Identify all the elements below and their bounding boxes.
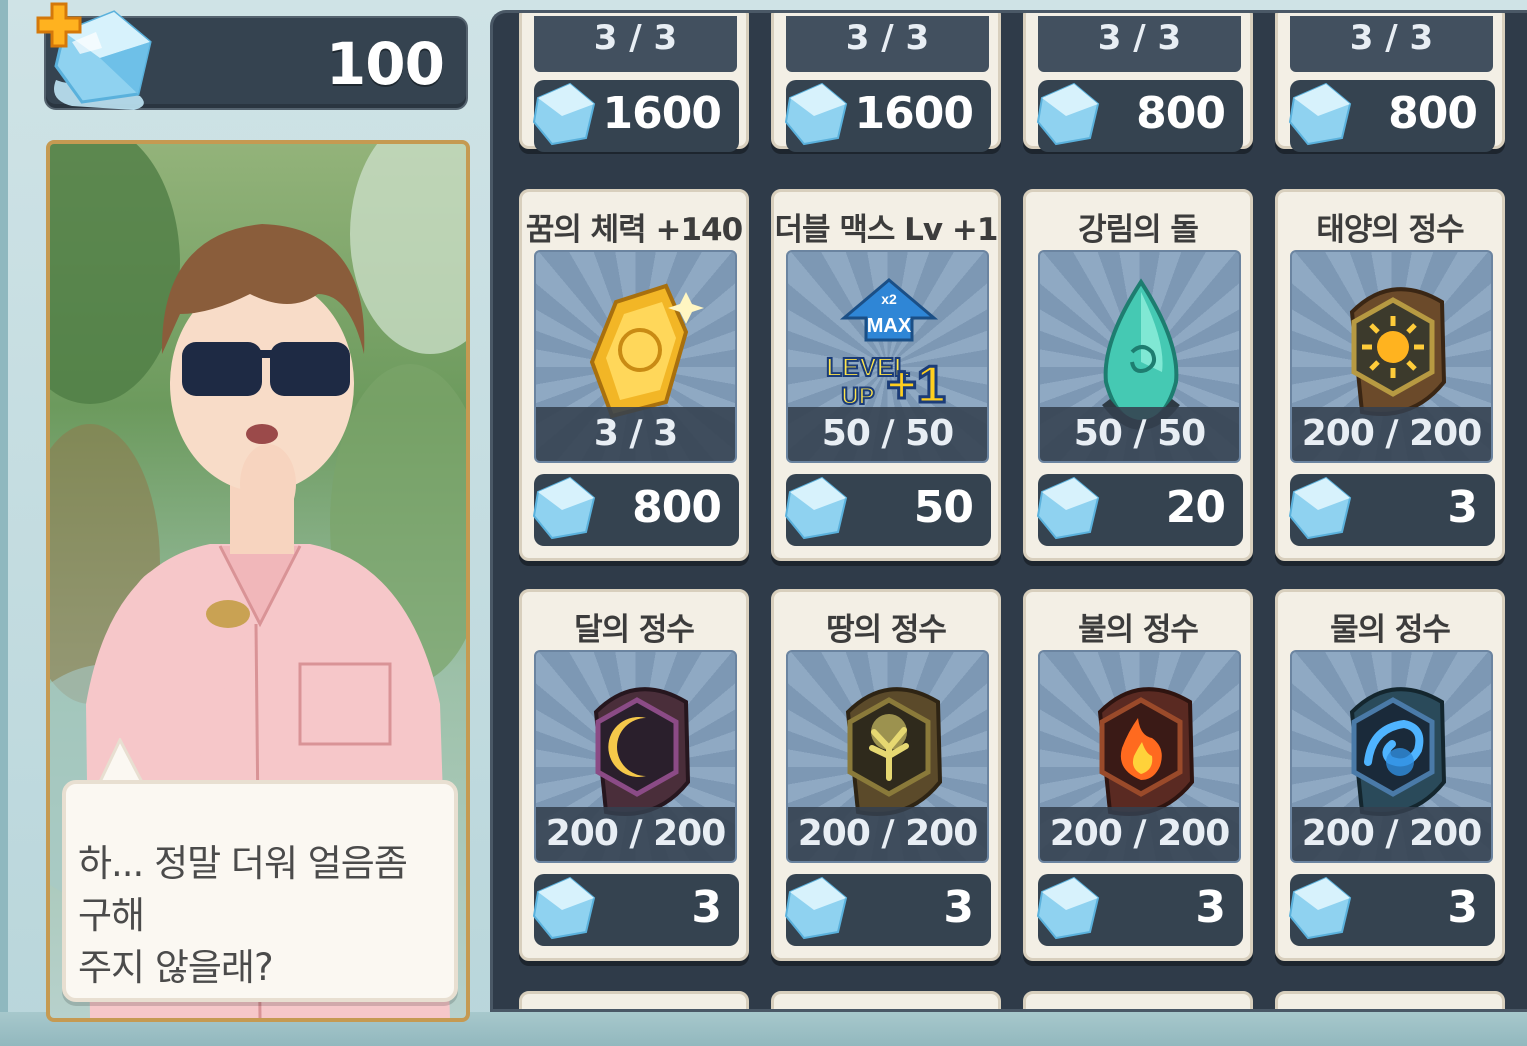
item-count: 200 / 200 <box>1040 807 1239 861</box>
shop-item-card[interactable]: 물의 정수 200 / 200 3 <box>1275 589 1505 961</box>
price-value: 3 <box>1447 882 1478 933</box>
item-count: 3 / 3 <box>1290 16 1493 72</box>
item-title: 꿈의 체력 +140 <box>525 212 743 248</box>
price-value: 800 <box>1136 88 1226 139</box>
item-art: 200 / 200 <box>1038 650 1241 863</box>
price-value: 3 <box>943 882 974 933</box>
item-art: 200 / 200 <box>534 650 737 863</box>
speech-line-2: 주지 않을래? <box>78 946 274 989</box>
buy-button[interactable]: 1600 <box>532 80 739 152</box>
ice-cube-icon <box>532 82 596 146</box>
speech-bubble: 하... 정말 더워 얼음좀 구해 주지 않을래? <box>62 780 458 1002</box>
ice-cube-icon <box>1288 82 1352 146</box>
price-value: 3 <box>1195 882 1226 933</box>
item-title: 태양의 정수 <box>1316 212 1464 248</box>
ice-cube-icon <box>1288 876 1352 940</box>
item-title: 더블 맥스 Lv +1 <box>774 212 999 248</box>
item-count: 200 / 200 <box>1292 407 1491 461</box>
badge-max: MAX <box>867 315 912 337</box>
item-title: 땅의 정수 <box>826 612 947 648</box>
shop-item-card[interactable]: 강림의 돌 50 / 50 20 <box>1023 189 1253 561</box>
shop-item-card[interactable]: 꿈의 체력 +140 3 / 3 800 <box>519 189 749 561</box>
price-value: 800 <box>1388 88 1478 139</box>
shop-item-card[interactable]: 3 / 3 1600 <box>519 13 749 152</box>
price-value: 20 <box>1165 482 1226 533</box>
buy-button[interactable]: 50 <box>784 474 991 546</box>
item-count: 200 / 200 <box>536 807 735 861</box>
buy-button[interactable]: 800 <box>532 474 739 546</box>
item-art: 3 / 3 <box>534 250 737 463</box>
price-value: 3 <box>691 882 722 933</box>
shop-item-card-partial[interactable] <box>1275 991 1505 1009</box>
buy-button[interactable]: 1600 <box>784 80 991 152</box>
shop-item-card[interactable]: 3 / 3 800 <box>1023 13 1253 152</box>
item-art: 50 / 50 <box>1038 250 1241 463</box>
item-count: 3 / 3 <box>1038 16 1241 72</box>
shop-item-card[interactable]: 달의 정수 200 / 200 3 <box>519 589 749 961</box>
item-count: 50 / 50 <box>1040 407 1239 461</box>
badge-up: UP <box>841 383 874 410</box>
badge-x2: x2 <box>881 291 897 307</box>
item-title: 강림의 돌 <box>1078 212 1199 248</box>
shop-item-card-partial[interactable] <box>1023 991 1253 1009</box>
shop-item-card[interactable]: 3 / 3 1600 <box>771 13 1001 152</box>
price-value: 50 <box>913 482 974 533</box>
ice-cube-icon <box>1036 876 1100 940</box>
item-count: 200 / 200 <box>1292 807 1491 861</box>
item-title: 달의 정수 <box>574 612 695 648</box>
buy-button[interactable]: 800 <box>1036 80 1243 152</box>
left-edge <box>0 0 8 1046</box>
ice-cube-icon <box>532 476 596 540</box>
ice-cube-icon <box>1036 82 1100 146</box>
buy-button[interactable]: 800 <box>1288 80 1495 152</box>
ice-cube-icon <box>784 82 848 146</box>
ice-cube-icon <box>1036 476 1100 540</box>
speech-bubble-tail <box>96 738 146 786</box>
badge-plus-one: +1 <box>886 356 945 414</box>
item-art: x2 MAX LEVEL UP +1 50 / 50 <box>786 250 989 463</box>
shop-item-card[interactable]: 3 / 3 800 <box>1275 13 1505 152</box>
buy-button[interactable]: 3 <box>1036 874 1243 946</box>
speech-text: 하... 정말 더워 얼음좀 구해 주지 않을래? <box>78 838 448 994</box>
item-art: 200 / 200 <box>786 650 989 863</box>
item-count: 3 / 3 <box>536 407 735 461</box>
price-value: 1600 <box>602 88 722 139</box>
item-title: 물의 정수 <box>1330 612 1451 648</box>
price-value: 800 <box>632 482 722 533</box>
item-art: 200 / 200 <box>1290 650 1493 863</box>
shop-item-card[interactable]: 땅의 정수 200 / 200 3 <box>771 589 1001 961</box>
ice-cube-icon <box>1288 476 1352 540</box>
shop-item-card[interactable]: 불의 정수 200 / 200 3 <box>1023 589 1253 961</box>
item-title: 불의 정수 <box>1078 612 1199 648</box>
buy-button[interactable]: 3 <box>1288 474 1495 546</box>
plus-icon[interactable] <box>34 0 84 50</box>
item-art: 200 / 200 <box>1290 250 1493 463</box>
shop-item-card[interactable]: 더블 맥스 Lv +1 x2 MAX LEVEL UP +1 50 / 50 5… <box>771 189 1001 561</box>
shop-grid: 3 / 3 1600 3 / 3 1600 3 / 3 800 3 / 3 80… <box>490 10 1527 1012</box>
ice-cube-icon <box>784 476 848 540</box>
currency-value: 100 <box>325 30 445 98</box>
item-count: 50 / 50 <box>788 407 987 461</box>
shop-item-card-partial[interactable] <box>771 991 1001 1009</box>
shop-item-card[interactable]: 태양의 정수 200 / 200 3 <box>1275 189 1505 561</box>
price-value: 1600 <box>854 88 974 139</box>
buy-button[interactable]: 3 <box>1288 874 1495 946</box>
buy-button[interactable]: 3 <box>532 874 739 946</box>
item-count: 200 / 200 <box>788 807 987 861</box>
ice-cube-icon <box>532 876 596 940</box>
shop-item-card-partial[interactable] <box>519 991 749 1009</box>
buy-button[interactable]: 20 <box>1036 474 1243 546</box>
speech-line-1: 하... 정말 더워 얼음좀 구해 <box>78 842 408 937</box>
ice-cube-icon <box>784 876 848 940</box>
price-value: 3 <box>1447 482 1478 533</box>
item-count: 3 / 3 <box>786 16 989 72</box>
buy-button[interactable]: 3 <box>784 874 991 946</box>
item-count: 3 / 3 <box>534 16 737 72</box>
